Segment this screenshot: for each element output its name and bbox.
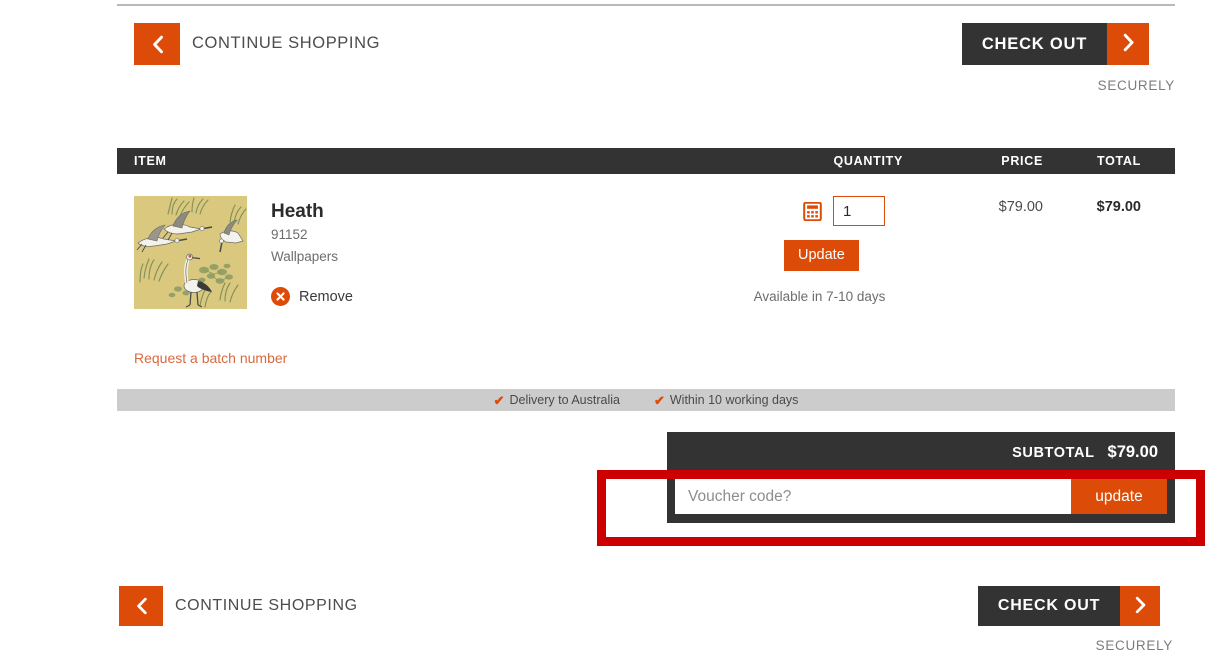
remove-label: Remove bbox=[299, 288, 353, 305]
delivery-timeframe-label: Within 10 working days bbox=[669, 393, 799, 407]
circle-x-icon bbox=[271, 287, 290, 307]
column-header-price: PRICE bbox=[1001, 154, 1043, 168]
chevron-left-icon bbox=[151, 35, 164, 54]
cart-table-header: ITEM QUANTITY PRICE TOTAL bbox=[117, 148, 1175, 174]
product-sku: 91152 bbox=[271, 226, 308, 242]
totals-panel: SUBTOTAL $79.00 update bbox=[667, 432, 1175, 523]
securely-label: SECURELY bbox=[1097, 78, 1175, 93]
availability-text: Available in 7-10 days bbox=[753, 289, 886, 304]
securely-label-bottom: SECURELY bbox=[1095, 638, 1173, 653]
checkout-button-group: CHECK OUT bbox=[962, 23, 1149, 65]
check-out-button[interactable]: CHECK OUT bbox=[962, 23, 1107, 65]
table-row: Heath 91152 Wallpapers Remove 1 Update A… bbox=[117, 174, 1175, 315]
column-header-total: TOTAL bbox=[1096, 154, 1141, 168]
voucher-bar: update bbox=[667, 473, 1175, 523]
cart-item-cell: Heath 91152 Wallpapers Remove bbox=[117, 196, 728, 309]
delivery-destination: ✔ Delivery to Australia bbox=[494, 393, 620, 407]
cart-quantity-cell: Update Available in 7-10 days bbox=[728, 196, 903, 309]
request-batch-number-link[interactable]: Request a batch number bbox=[134, 350, 287, 366]
delivery-destination-label: Delivery to Australia bbox=[509, 393, 620, 407]
subtotal-bar: SUBTOTAL $79.00 bbox=[667, 432, 1175, 473]
top-action-bar: CONTINUE SHOPPING CHECK OUT SECURELY bbox=[0, 0, 1221, 110]
remove-item-button[interactable]: Remove bbox=[271, 287, 353, 307]
cart-price-cell: $79.00 bbox=[998, 199, 1043, 215]
column-header-quantity: QUANTITY bbox=[833, 154, 903, 168]
voucher-code-input[interactable] bbox=[675, 479, 1071, 514]
quantity-input[interactable] bbox=[833, 196, 885, 226]
update-quantity-button[interactable]: Update bbox=[784, 240, 859, 271]
quantity-row bbox=[728, 196, 903, 226]
product-category: Wallpapers bbox=[271, 248, 339, 264]
checkout-button-group-bottom: CHECK OUT bbox=[978, 586, 1160, 626]
subtotal-label: SUBTOTAL bbox=[1012, 444, 1095, 461]
bottom-action-bar: CONTINUE SHOPPING CHECK OUT SECURELY bbox=[0, 575, 1221, 662]
check-out-arrow-button-bottom[interactable] bbox=[1120, 586, 1160, 626]
check-out-arrow-button[interactable] bbox=[1107, 23, 1149, 65]
product-thumbnail[interactable] bbox=[134, 196, 247, 309]
continue-shopping-back-button[interactable] bbox=[134, 23, 180, 65]
voucher-update-button[interactable]: update bbox=[1071, 479, 1167, 514]
calculator-icon[interactable] bbox=[803, 201, 822, 221]
subtotal-value: $79.00 bbox=[1107, 443, 1158, 461]
product-name[interactable]: Heath bbox=[271, 200, 353, 224]
shopping-cart-page: CONTINUE SHOPPING CHECK OUT SECURELY ITE… bbox=[0, 0, 1221, 662]
cart-total-cell: $79.00 bbox=[1096, 199, 1141, 215]
continue-shopping-label[interactable]: CONTINUE SHOPPING bbox=[192, 34, 380, 53]
chevron-left-icon bbox=[135, 597, 148, 615]
chevron-right-icon bbox=[1122, 33, 1135, 55]
check-out-button-bottom[interactable]: CHECK OUT bbox=[978, 586, 1120, 626]
delivery-info-strip: ✔ Delivery to Australia ✔ Within 10 work… bbox=[117, 389, 1175, 411]
continue-shopping-label-bottom[interactable]: CONTINUE SHOPPING bbox=[175, 597, 358, 615]
product-info: Heath 91152 Wallpapers Remove bbox=[247, 196, 353, 309]
cart-table: ITEM QUANTITY PRICE TOTAL Heath 91152 Wa… bbox=[117, 148, 1175, 315]
check-icon: ✔ bbox=[653, 392, 665, 408]
continue-shopping-back-button-bottom[interactable] bbox=[119, 586, 163, 626]
column-header-item: ITEM bbox=[134, 154, 167, 168]
delivery-timeframe: ✔ Within 10 working days bbox=[654, 393, 798, 407]
chevron-right-icon bbox=[1134, 596, 1147, 617]
check-icon: ✔ bbox=[493, 392, 505, 408]
